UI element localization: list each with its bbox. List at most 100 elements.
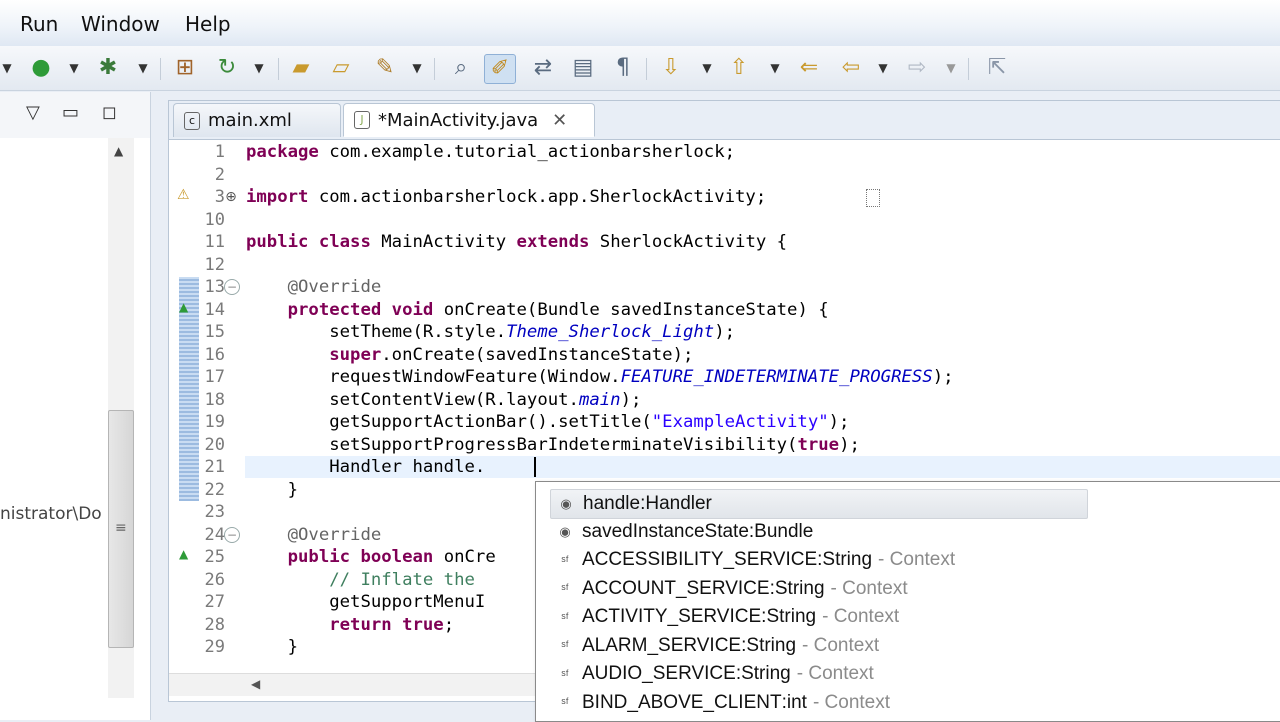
menu-window[interactable]: Window [81,12,160,36]
line-number: 15 [204,322,225,342]
pin-icon[interactable]: ⇱ [982,54,1012,82]
assist-proposal[interactable]: ◉ savedInstanceState : Bundle [536,518,1280,546]
dropdown-icon[interactable]: ▼ [700,54,714,82]
minimize-icon[interactable]: ▭ [62,102,79,123]
left-panel-scrollbar[interactable]: ▲ ≡ [108,138,134,698]
tree-path-text[interactable]: nistrator\Do [0,504,108,524]
debug-icon[interactable]: ✱ [93,54,123,82]
code-line[interactable]: return true; [246,614,454,637]
dropdown-icon[interactable]: ▼ [768,54,782,82]
previous-annotation-icon[interactable]: ⇧ [724,54,754,82]
assist-proposal[interactable]: ˢᶠ ALARM_SERVICE : String - Context [536,632,1280,660]
static-final-field-icon: ˢᶠ [561,552,569,568]
wrench-icon[interactable]: ✎ [370,54,400,82]
tab-mainactivity-java[interactable]: J *MainActivity.java ✕ [343,103,595,137]
code-line[interactable]: setContentView(R.layout.main); [246,389,641,412]
toolbar-separator [968,58,969,80]
toolbar-separator [278,58,279,80]
code-line[interactable]: setTheme(R.style.Theme_Sherlock_Light); [246,321,735,344]
code-line[interactable]: setSupportProgressBarIndeterminateVisibi… [246,434,860,457]
line-number: 12 [204,254,225,275]
static-final-field-icon: ˢᶠ [561,695,569,710]
dropdown-icon[interactable]: ▼ [0,54,14,82]
assist-proposal[interactable]: ◉ handle : Handler [550,489,1088,519]
toolbar-separator [646,58,647,80]
line-number: 25 [204,547,225,567]
show-whitespace-icon[interactable]: ¶ [608,54,638,82]
expand-fold-icon[interactable]: ⊕ [224,190,238,204]
mark-occurrences-icon[interactable]: ✐ [484,54,516,84]
block-selection-icon[interactable]: ▤ [568,54,598,82]
code-line[interactable]: } [246,636,298,659]
toolbar-separator [434,58,435,80]
static-final-field-icon: ˢᶠ [561,638,569,653]
assist-proposal[interactable]: ˢᶠ AUDIO_SERVICE : String - Context [536,660,1280,688]
assist-proposal[interactable]: ˢᶠ ACCESSIBILITY_SERVICE : String - Conte… [536,546,1280,574]
tab-main-xml[interactable]: c main.xml [173,103,341,137]
editor-tabs: c main.xml J *MainActivity.java ✕ [169,101,1280,140]
dropdown-icon[interactable]: ▼ [876,54,890,82]
search-icon[interactable]: ⌕ [446,54,476,82]
menu-run[interactable]: Run [20,12,58,36]
code-line[interactable]: public boolean onCre [246,546,496,569]
collapse-fold-icon[interactable]: − [224,527,240,543]
line-number: 28 [204,614,225,635]
code-line[interactable]: // Inflate the [246,569,475,592]
dropdown-icon[interactable]: ▼ [136,54,150,82]
line-number: 29 [204,637,225,657]
forward-icon[interactable]: ⇨ [902,54,932,82]
next-annotation-icon[interactable]: ⇩ [656,54,686,82]
static-final-field-icon: ˢᶠ [561,581,569,596]
new-package-icon[interactable]: ⊞ [170,54,200,82]
collapse-fold-icon[interactable]: − [224,279,240,295]
scroll-left-icon[interactable]: ◀ [251,677,260,691]
refresh-icon[interactable]: ↻ [212,54,242,82]
view-menu-icon[interactable]: ▽ [26,102,40,123]
run-icon[interactable]: ● [26,54,56,82]
maximize-icon[interactable]: ◻ [102,102,117,123]
line-number: 10 [204,209,225,230]
assist-proposal[interactable]: ˢᶠ BIND_ABOVE_CLIENT : int - Context [536,689,1280,717]
code-line[interactable]: Handler handle. [246,456,485,479]
dropdown-icon[interactable]: ▼ [410,54,424,82]
line-number: 18 [204,389,225,410]
line-number: 21 [204,457,225,477]
line-number: 19 [204,412,225,432]
code-line[interactable]: requestWindowFeature(Window.FEATURE_INDE… [246,366,953,389]
toolbar-separator [160,58,161,80]
dropdown-icon[interactable]: ▼ [252,54,266,82]
menu-help[interactable]: Help [185,12,231,36]
line-number: 14 [204,299,225,320]
back-icon[interactable]: ⇦ [836,54,866,82]
code-line[interactable]: protected void onCreate(Bundle savedInst… [246,299,829,322]
assist-proposal[interactable]: ˢᶠ ACCOUNT_SERVICE : String - Context [536,575,1280,603]
code-line[interactable]: } [246,479,298,502]
static-final-field-icon: ˢᶠ [561,609,569,625]
close-icon[interactable]: ✕ [552,110,567,131]
code-line[interactable]: import com.actionbarsherlock.app.Sherloc… [246,186,766,209]
dropdown-icon[interactable]: ▼ [944,54,958,82]
content-assist-popup[interactable]: ◉ handle : Handler ◉ savedInstanceState … [535,481,1280,722]
scroll-up-icon[interactable]: ▲ [114,144,123,158]
code-line[interactable]: public class MainActivity extends Sherlo… [246,231,787,254]
code-line[interactable]: @Override [246,276,382,299]
last-edit-icon[interactable]: ⇐ [794,54,824,82]
line-number: 2 [214,164,225,185]
line-number: 11 [204,232,225,252]
code-line[interactable]: getSupportMenuI [246,591,485,614]
assist-proposal[interactable]: ˢᶠ ACTIVITY_SERVICE : String - Context [536,603,1280,631]
link-icon[interactable]: ⇄ [528,54,558,82]
code-line[interactable]: package com.example.tutorial_actionbarsh… [246,141,735,164]
static-final-field-icon: ˢᶠ [561,666,569,682]
folded-code-icon[interactable] [866,189,880,207]
open-file-icon[interactable]: ▱ [326,54,356,82]
grip-icon: ≡ [115,520,127,536]
open-folder-icon[interactable]: ▰ [286,54,316,82]
local-variable-icon: ◉ [560,496,572,511]
dropdown-icon[interactable]: ▼ [67,54,81,82]
code-line[interactable]: super.onCreate(savedInstanceState); [246,344,693,367]
code-line[interactable]: getSupportActionBar().setTitle("ExampleA… [246,411,849,434]
code-line[interactable]: @Override [246,524,382,547]
package-explorer-panel: ▽ ▭ ◻ nistrator\Do ▲ ≡ [0,92,151,720]
tab-label: *MainActivity.java [378,109,539,131]
